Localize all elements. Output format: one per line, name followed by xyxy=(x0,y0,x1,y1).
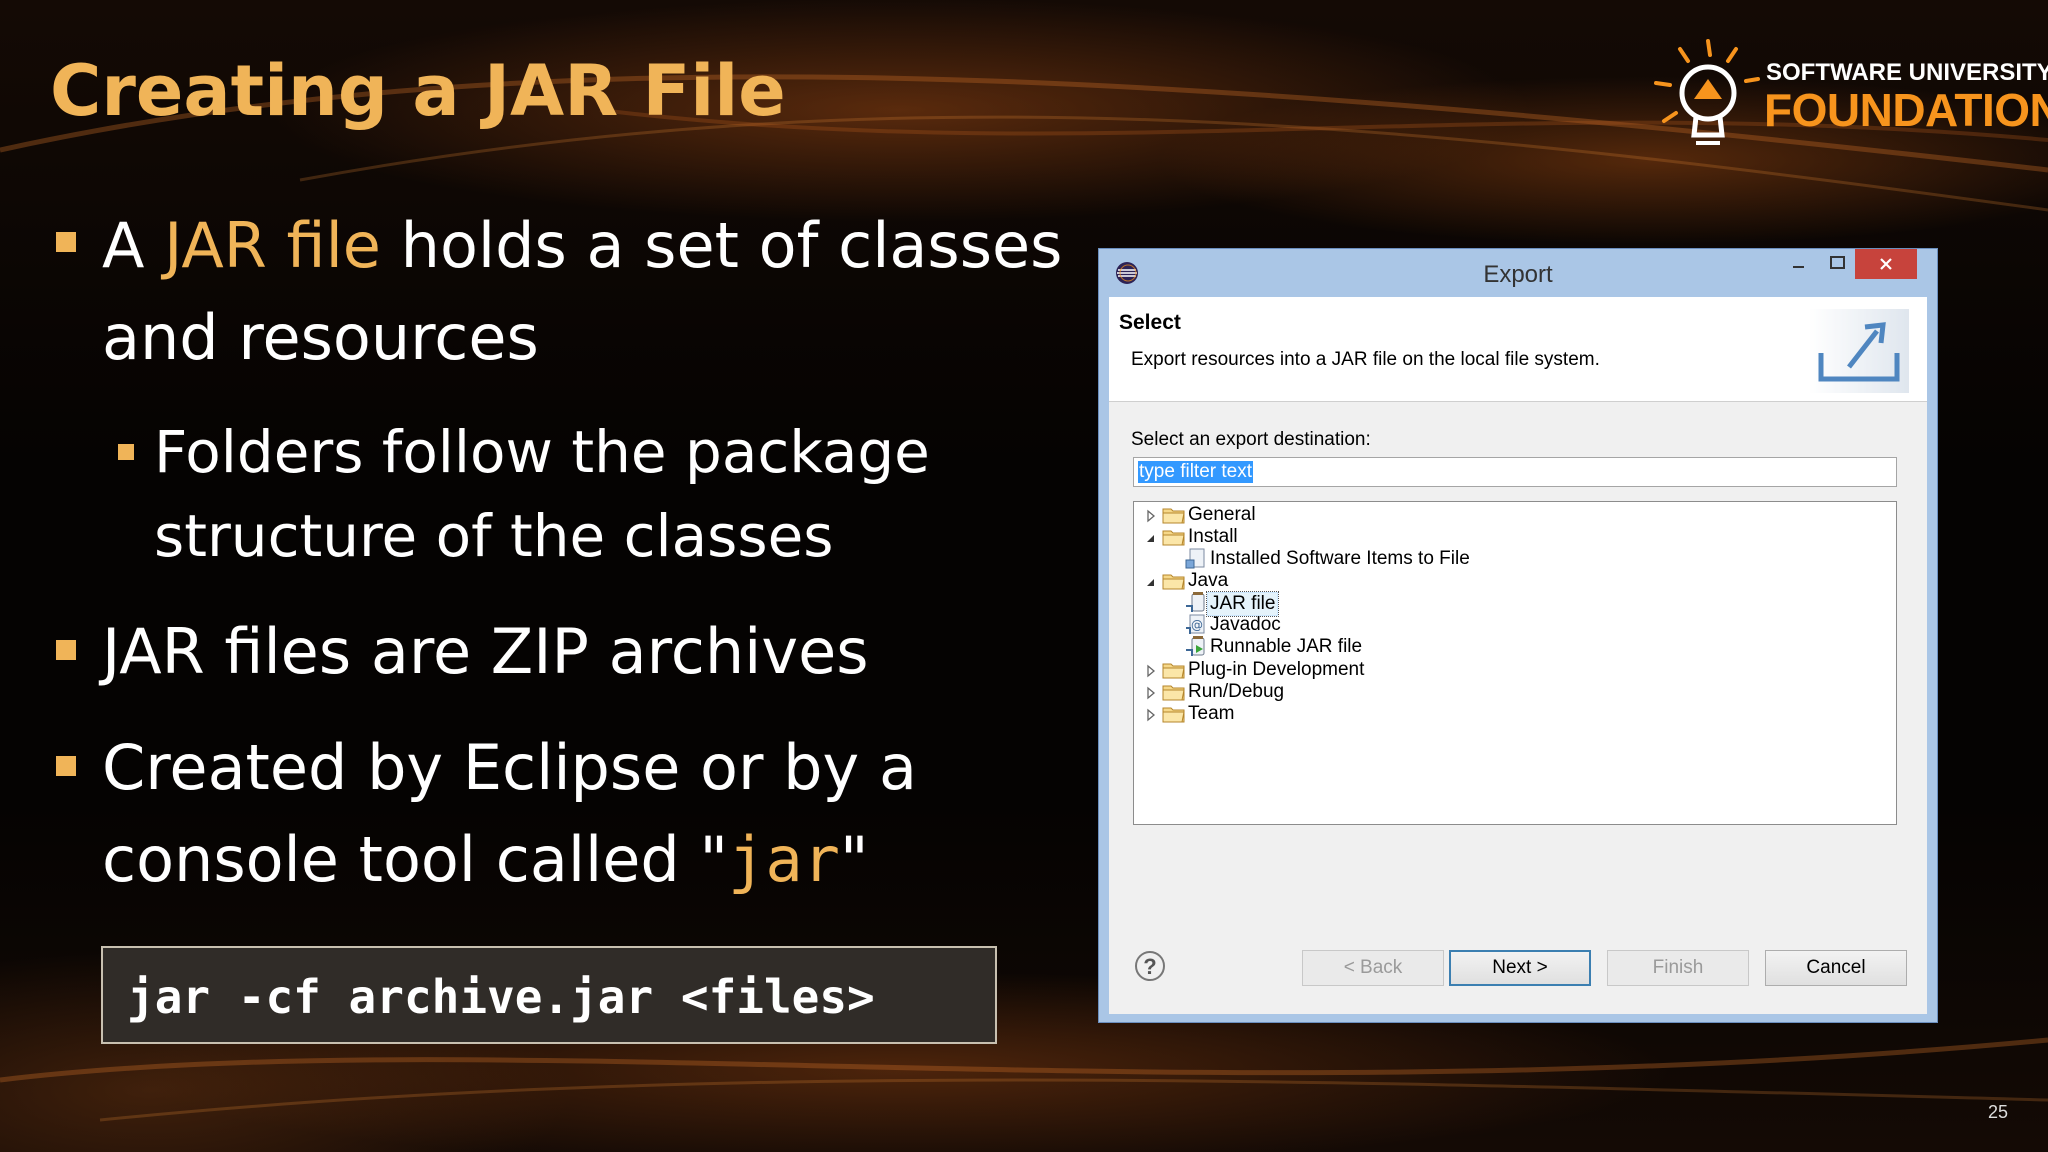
bullet-1-post: holds a set of classes xyxy=(380,209,1063,282)
collapse-arrow-icon[interactable] xyxy=(1144,531,1158,545)
export-wizard-tree[interactable]: General Install Installed Software Items… xyxy=(1133,501,1897,825)
tree-label: Runnable JAR file xyxy=(1210,636,1363,657)
tree-label: Install xyxy=(1188,526,1238,547)
softuni-logo: SOFTWARE UNIVERSITY FOUNDATION xyxy=(1650,35,2048,155)
bullet-1-pre: A xyxy=(102,209,165,282)
wizard-page-description: Export resources into a JAR file on the … xyxy=(1131,349,1600,370)
minimize-button[interactable] xyxy=(1777,249,1819,279)
dialog-titlebar[interactable]: Export xyxy=(1099,249,1937,297)
bullet-1-highlight: JAR file xyxy=(164,209,381,282)
folder-icon xyxy=(1162,530,1185,546)
tree-label: Team xyxy=(1188,703,1235,724)
lightbulb-logo-icon xyxy=(1654,39,1760,145)
jar-file-icon xyxy=(1186,592,1205,612)
code-box: jar -cf archive.jar <files> xyxy=(101,946,997,1044)
slide-title: Creating a JAR File xyxy=(50,50,786,132)
close-icon xyxy=(1880,258,1892,270)
export-wizard-icon xyxy=(1809,309,1909,393)
tree-label: Java xyxy=(1188,570,1229,591)
export-dialog: Export Select Export resources into a JA… xyxy=(1098,248,1938,1023)
bullet-3-pre: console tool called " xyxy=(102,823,728,896)
minimize-icon xyxy=(1793,266,1804,268)
bullet-3-post: " xyxy=(839,823,869,896)
wizard-page-title: Select xyxy=(1119,311,1181,334)
dialog-body: Select Export resources into a JAR file … xyxy=(1109,297,1927,1014)
wizard-header: Select Export resources into a JAR file … xyxy=(1109,297,1927,402)
svg-text:@: @ xyxy=(1191,618,1203,632)
sub-bullet-marker xyxy=(118,444,134,460)
sub-bullet-line2: structure of the classes xyxy=(154,502,834,570)
page-number: 25 xyxy=(1988,1102,2009,1122)
folder-icon xyxy=(1162,707,1185,723)
collapse-arrow-icon[interactable] xyxy=(1144,575,1158,589)
filter-text: type filter text xyxy=(1138,461,1253,483)
tree-label: Plug-in Development xyxy=(1188,659,1365,680)
tree-label: Run/Debug xyxy=(1188,681,1285,702)
next-button[interactable]: Next > xyxy=(1449,950,1591,986)
finish-button[interactable]: Finish xyxy=(1607,950,1749,986)
bullet-2: JAR files are ZIP archives xyxy=(102,615,869,688)
javadoc-icon: @ xyxy=(1186,614,1205,634)
bullet-marker xyxy=(56,640,76,660)
bullet-3-code: jar xyxy=(728,823,840,896)
bullet-3-line2: console tool called "jar" xyxy=(102,814,869,906)
bullet-1-line2: and resources xyxy=(102,301,539,374)
sub-bullet-line1: Folders follow the package xyxy=(154,418,930,486)
tree-label-selected: JAR file xyxy=(1205,591,1280,617)
logo-line2: FOUNDATION xyxy=(1764,84,2048,136)
tree-label: Javadoc xyxy=(1210,614,1281,635)
folder-icon xyxy=(1162,508,1185,524)
code-command: jar -cf archive.jar <files> xyxy=(127,970,875,1024)
expand-arrow-icon[interactable] xyxy=(1144,708,1158,722)
bullet-marker xyxy=(56,232,76,252)
expand-arrow-icon[interactable] xyxy=(1144,686,1158,700)
install-file-icon xyxy=(1185,548,1205,569)
runnable-jar-icon xyxy=(1186,636,1205,656)
folder-icon xyxy=(1162,574,1185,590)
expand-arrow-icon[interactable] xyxy=(1144,509,1158,523)
bullet-3-line1: Created by Eclipse or by a xyxy=(102,731,917,804)
folder-icon xyxy=(1162,663,1185,679)
folder-icon xyxy=(1162,685,1185,701)
close-button[interactable] xyxy=(1855,249,1917,279)
back-button[interactable]: < Back xyxy=(1302,950,1444,986)
bullet-marker xyxy=(56,756,76,776)
expand-arrow-icon[interactable] xyxy=(1144,664,1158,678)
bullet-1-line1: A JAR file holds a set of classes xyxy=(102,200,1062,292)
maximize-icon xyxy=(1830,256,1845,269)
cancel-button[interactable]: Cancel xyxy=(1765,950,1907,986)
tree-label: General xyxy=(1188,504,1256,525)
tree-label: Installed Software Items to File xyxy=(1210,548,1470,569)
filter-input[interactable]: type filter text xyxy=(1133,457,1897,487)
help-button[interactable]: ? xyxy=(1135,951,1165,981)
destination-label: Select an export destination: xyxy=(1131,429,1371,450)
